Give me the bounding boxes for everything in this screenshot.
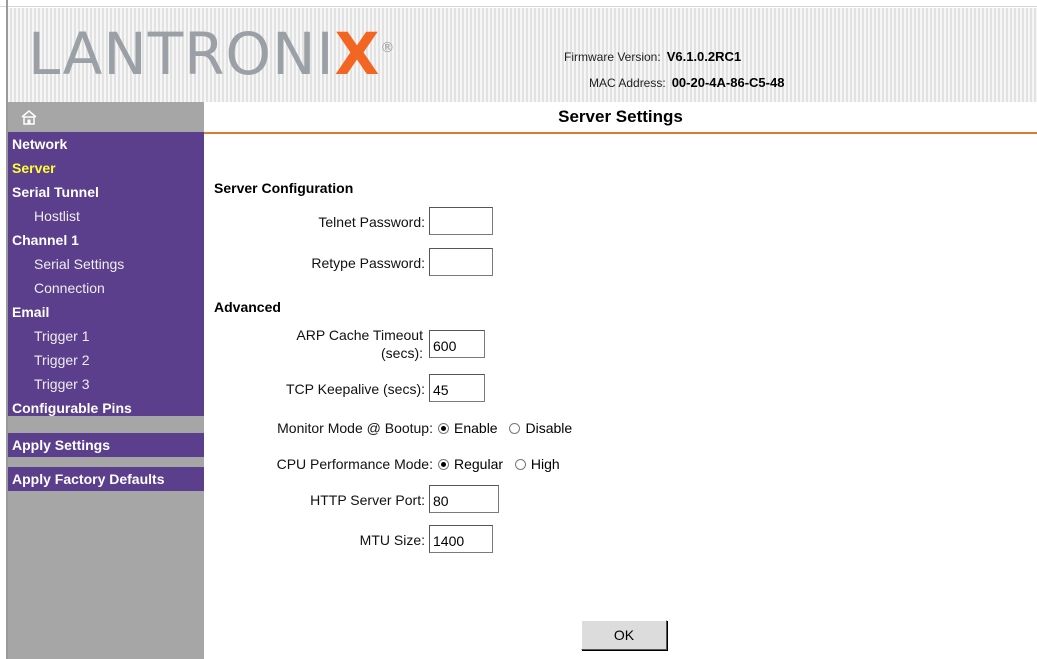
sidebar-item-apply-factory-defaults[interactable]: Apply Factory Defaults: [8, 467, 204, 491]
cpu-regular-label: Regular: [454, 456, 504, 472]
sidebar-item-trigger-1[interactable]: Trigger 1: [8, 324, 204, 348]
sidebar-item-trigger-3[interactable]: Trigger 3: [8, 372, 204, 396]
arp-cache-timeout-label: ARP Cache Timeout (secs):: [230, 326, 423, 362]
monitor-mode-radio-group: Enable Disable: [438, 420, 580, 437]
cpu-high-label: High: [530, 456, 560, 472]
arp-cache-timeout-label-line1: ARP Cache Timeout: [296, 327, 423, 343]
advanced-heading: Advanced: [214, 299, 281, 315]
logo-x: X: [334, 20, 381, 88]
sidebar-item-email[interactable]: Email: [8, 300, 204, 324]
page-header: LANTRONIX® Firmware Version: V6.1.0.2RC1 …: [8, 8, 1037, 102]
monitor-mode-enable-label: Enable: [454, 420, 498, 436]
sidebar-menu-defaults: Apply Factory Defaults: [8, 467, 204, 491]
tcp-keepalive-field[interactable]: [429, 374, 485, 402]
http-server-port-field[interactable]: [429, 485, 499, 513]
logo-prefix: LANTRONI: [28, 20, 335, 88]
mac-address-label: MAC Address:: [589, 76, 666, 90]
home-link[interactable]: [8, 102, 204, 132]
cpu-performance-mode-label: CPU Performance Mode:: [276, 456, 433, 472]
mtu-size-label: MTU Size:: [359, 532, 425, 548]
monitor-mode-enable-radio[interactable]: [438, 422, 449, 434]
cpu-high-radio[interactable]: [514, 458, 526, 470]
home-icon: [21, 110, 37, 125]
browser-frame: LANTRONIX® Firmware Version: V6.1.0.2RC1 …: [0, 0, 1037, 659]
server-configuration-heading: Server Configuration: [214, 180, 354, 196]
monitor-mode-disable-radio[interactable]: [509, 422, 521, 434]
arp-cache-timeout-label-line2: (secs):: [381, 345, 423, 361]
sidebar-item-channel-1[interactable]: Channel 1: [8, 228, 204, 252]
firmware-version-label: Firmware Version:: [564, 50, 661, 64]
sidebar-item-trigger-2[interactable]: Trigger 2: [8, 348, 204, 372]
sidebar-item-serial-settings[interactable]: Serial Settings: [8, 252, 204, 276]
http-server-port-label: HTTP Server Port:: [310, 492, 425, 508]
firmware-version-row: Firmware Version: V6.1.0.2RC1: [564, 49, 741, 64]
sidebar-item-network[interactable]: Network: [8, 132, 204, 156]
page-title: Server Settings: [204, 102, 1037, 134]
sidebar-item-serial-tunnel[interactable]: Serial Tunnel: [8, 180, 204, 204]
retype-password-label: Retype Password:: [311, 255, 425, 271]
cpu-performance-radio-group: Regular High: [438, 456, 568, 473]
ok-button[interactable]: OK: [581, 620, 667, 650]
monitor-mode-disable-label: Disable: [525, 420, 573, 436]
sidebar-menu-main: Network Server Serial Tunnel Hostlist Ch…: [8, 132, 204, 416]
mac-address-row: MAC Address: 00-20-4A-86-C5-48: [589, 75, 784, 90]
sidebar: Network Server Serial Tunnel Hostlist Ch…: [8, 102, 204, 659]
arp-cache-timeout-field[interactable]: [429, 330, 485, 358]
sidebar-item-configurable-pins[interactable]: Configurable Pins: [8, 396, 204, 420]
cpu-regular-radio[interactable]: [438, 458, 449, 470]
mac-address-value: 00-20-4A-86-C5-48: [671, 75, 785, 90]
telnet-password-field[interactable]: [429, 207, 493, 235]
monitor-mode-label: Monitor Mode @ Bootup:: [277, 420, 433, 436]
sidebar-item-hostlist[interactable]: Hostlist: [8, 204, 204, 228]
sidebar-menu-apply: Apply Settings: [8, 433, 204, 457]
mtu-size-field[interactable]: [429, 525, 493, 553]
cpu-regular-option[interactable]: Regular: [438, 456, 503, 472]
tcp-keepalive-label: TCP Keepalive (secs):: [285, 381, 425, 397]
sidebar-item-connection[interactable]: Connection: [8, 276, 204, 300]
lantronix-logo: LANTRONIX®: [28, 19, 395, 89]
monitor-mode-disable-option[interactable]: Disable: [509, 420, 572, 436]
retype-password-field[interactable]: [429, 248, 493, 276]
sidebar-item-apply-settings[interactable]: Apply Settings: [8, 433, 204, 457]
monitor-mode-enable-option[interactable]: Enable: [438, 420, 498, 436]
top-border: [0, 6, 1037, 7]
sidebar-item-server[interactable]: Server: [8, 156, 204, 180]
cpu-high-option[interactable]: High: [514, 456, 560, 472]
telnet-password-label: Telnet Password:: [318, 214, 425, 230]
logo-registered-mark: ®: [380, 40, 396, 56]
firmware-version-value: V6.1.0.2RC1: [666, 49, 742, 64]
